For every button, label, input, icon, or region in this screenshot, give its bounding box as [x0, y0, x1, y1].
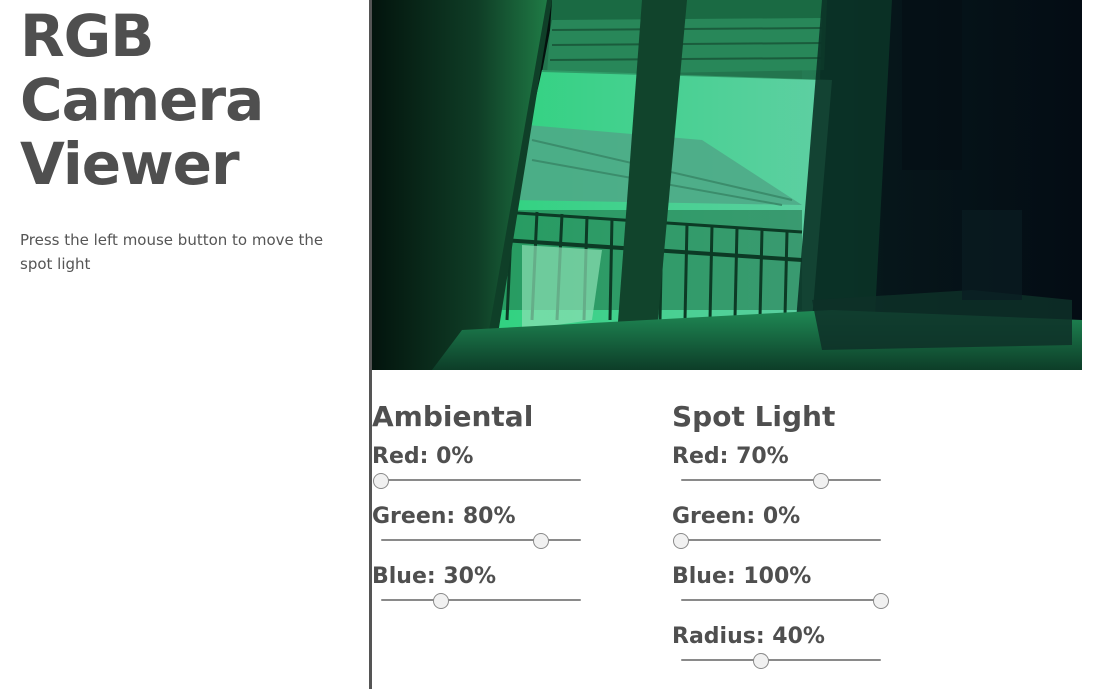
spot-blue-control: Blue: 100%	[672, 556, 912, 616]
spot-red-label: Red: 70%	[672, 444, 789, 469]
ambient-red-label: Red: 0%	[372, 444, 474, 469]
ambient-blue-slider[interactable]	[381, 593, 581, 609]
slider-track	[381, 599, 581, 601]
title-line-rgb: RGB	[20, 2, 154, 70]
sidebar: RGB Camera Viewer Press the left mouse b…	[0, 0, 372, 689]
spot-red-slider[interactable]	[681, 473, 881, 489]
title-line-viewer: Viewer	[20, 130, 240, 198]
slider-track	[681, 479, 881, 481]
spot-light-panel: Spot Light Red: 70% Green: 0% Blue: 100%…	[672, 398, 912, 676]
slider-thumb[interactable]	[673, 533, 689, 549]
slider-thumb[interactable]	[753, 653, 769, 669]
spot-green-slider[interactable]	[673, 533, 881, 549]
slider-thumb[interactable]	[533, 533, 549, 549]
spot-green-label: Green: 0%	[672, 504, 801, 529]
ambient-red-slider[interactable]	[373, 473, 581, 489]
ambient-green-slider[interactable]	[381, 533, 581, 549]
slider-thumb[interactable]	[813, 473, 829, 489]
slider-track	[681, 659, 881, 661]
spot-light-heading: Spot Light	[672, 400, 836, 433]
ambient-green-label: Green: 80%	[372, 504, 516, 529]
spot-radius-label: Radius: 40%	[672, 624, 825, 649]
camera-feed-image	[372, 0, 1082, 370]
spot-red-control: Red: 70%	[672, 436, 912, 496]
slider-thumb[interactable]	[433, 593, 449, 609]
page-title: RGB Camera Viewer	[20, 4, 350, 196]
ambient-panel: Ambiental Red: 0% Green: 80% Blue: 30%	[372, 398, 612, 616]
slider-track	[681, 539, 881, 541]
slider-track	[381, 539, 581, 541]
ambient-heading: Ambiental	[372, 400, 534, 433]
spot-radius-control: Radius: 40%	[672, 616, 912, 676]
title-line-camera: Camera	[20, 66, 264, 134]
slider-thumb[interactable]	[373, 473, 389, 489]
spot-radius-slider[interactable]	[681, 653, 881, 669]
ambient-blue-control: Blue: 30%	[372, 556, 612, 616]
ambient-blue-label: Blue: 30%	[372, 564, 497, 589]
instructions-text: Press the left mouse button to move the …	[20, 231, 324, 273]
ambient-green-control: Green: 80%	[372, 496, 612, 556]
spot-blue-slider[interactable]	[681, 593, 889, 609]
spot-blue-label: Blue: 100%	[672, 564, 812, 589]
slider-track	[681, 599, 881, 601]
slider-thumb[interactable]	[873, 593, 889, 609]
camera-viewport[interactable]	[372, 0, 1082, 370]
slider-track	[381, 479, 581, 481]
ambient-red-control: Red: 0%	[372, 436, 612, 496]
spot-green-control: Green: 0%	[672, 496, 912, 556]
